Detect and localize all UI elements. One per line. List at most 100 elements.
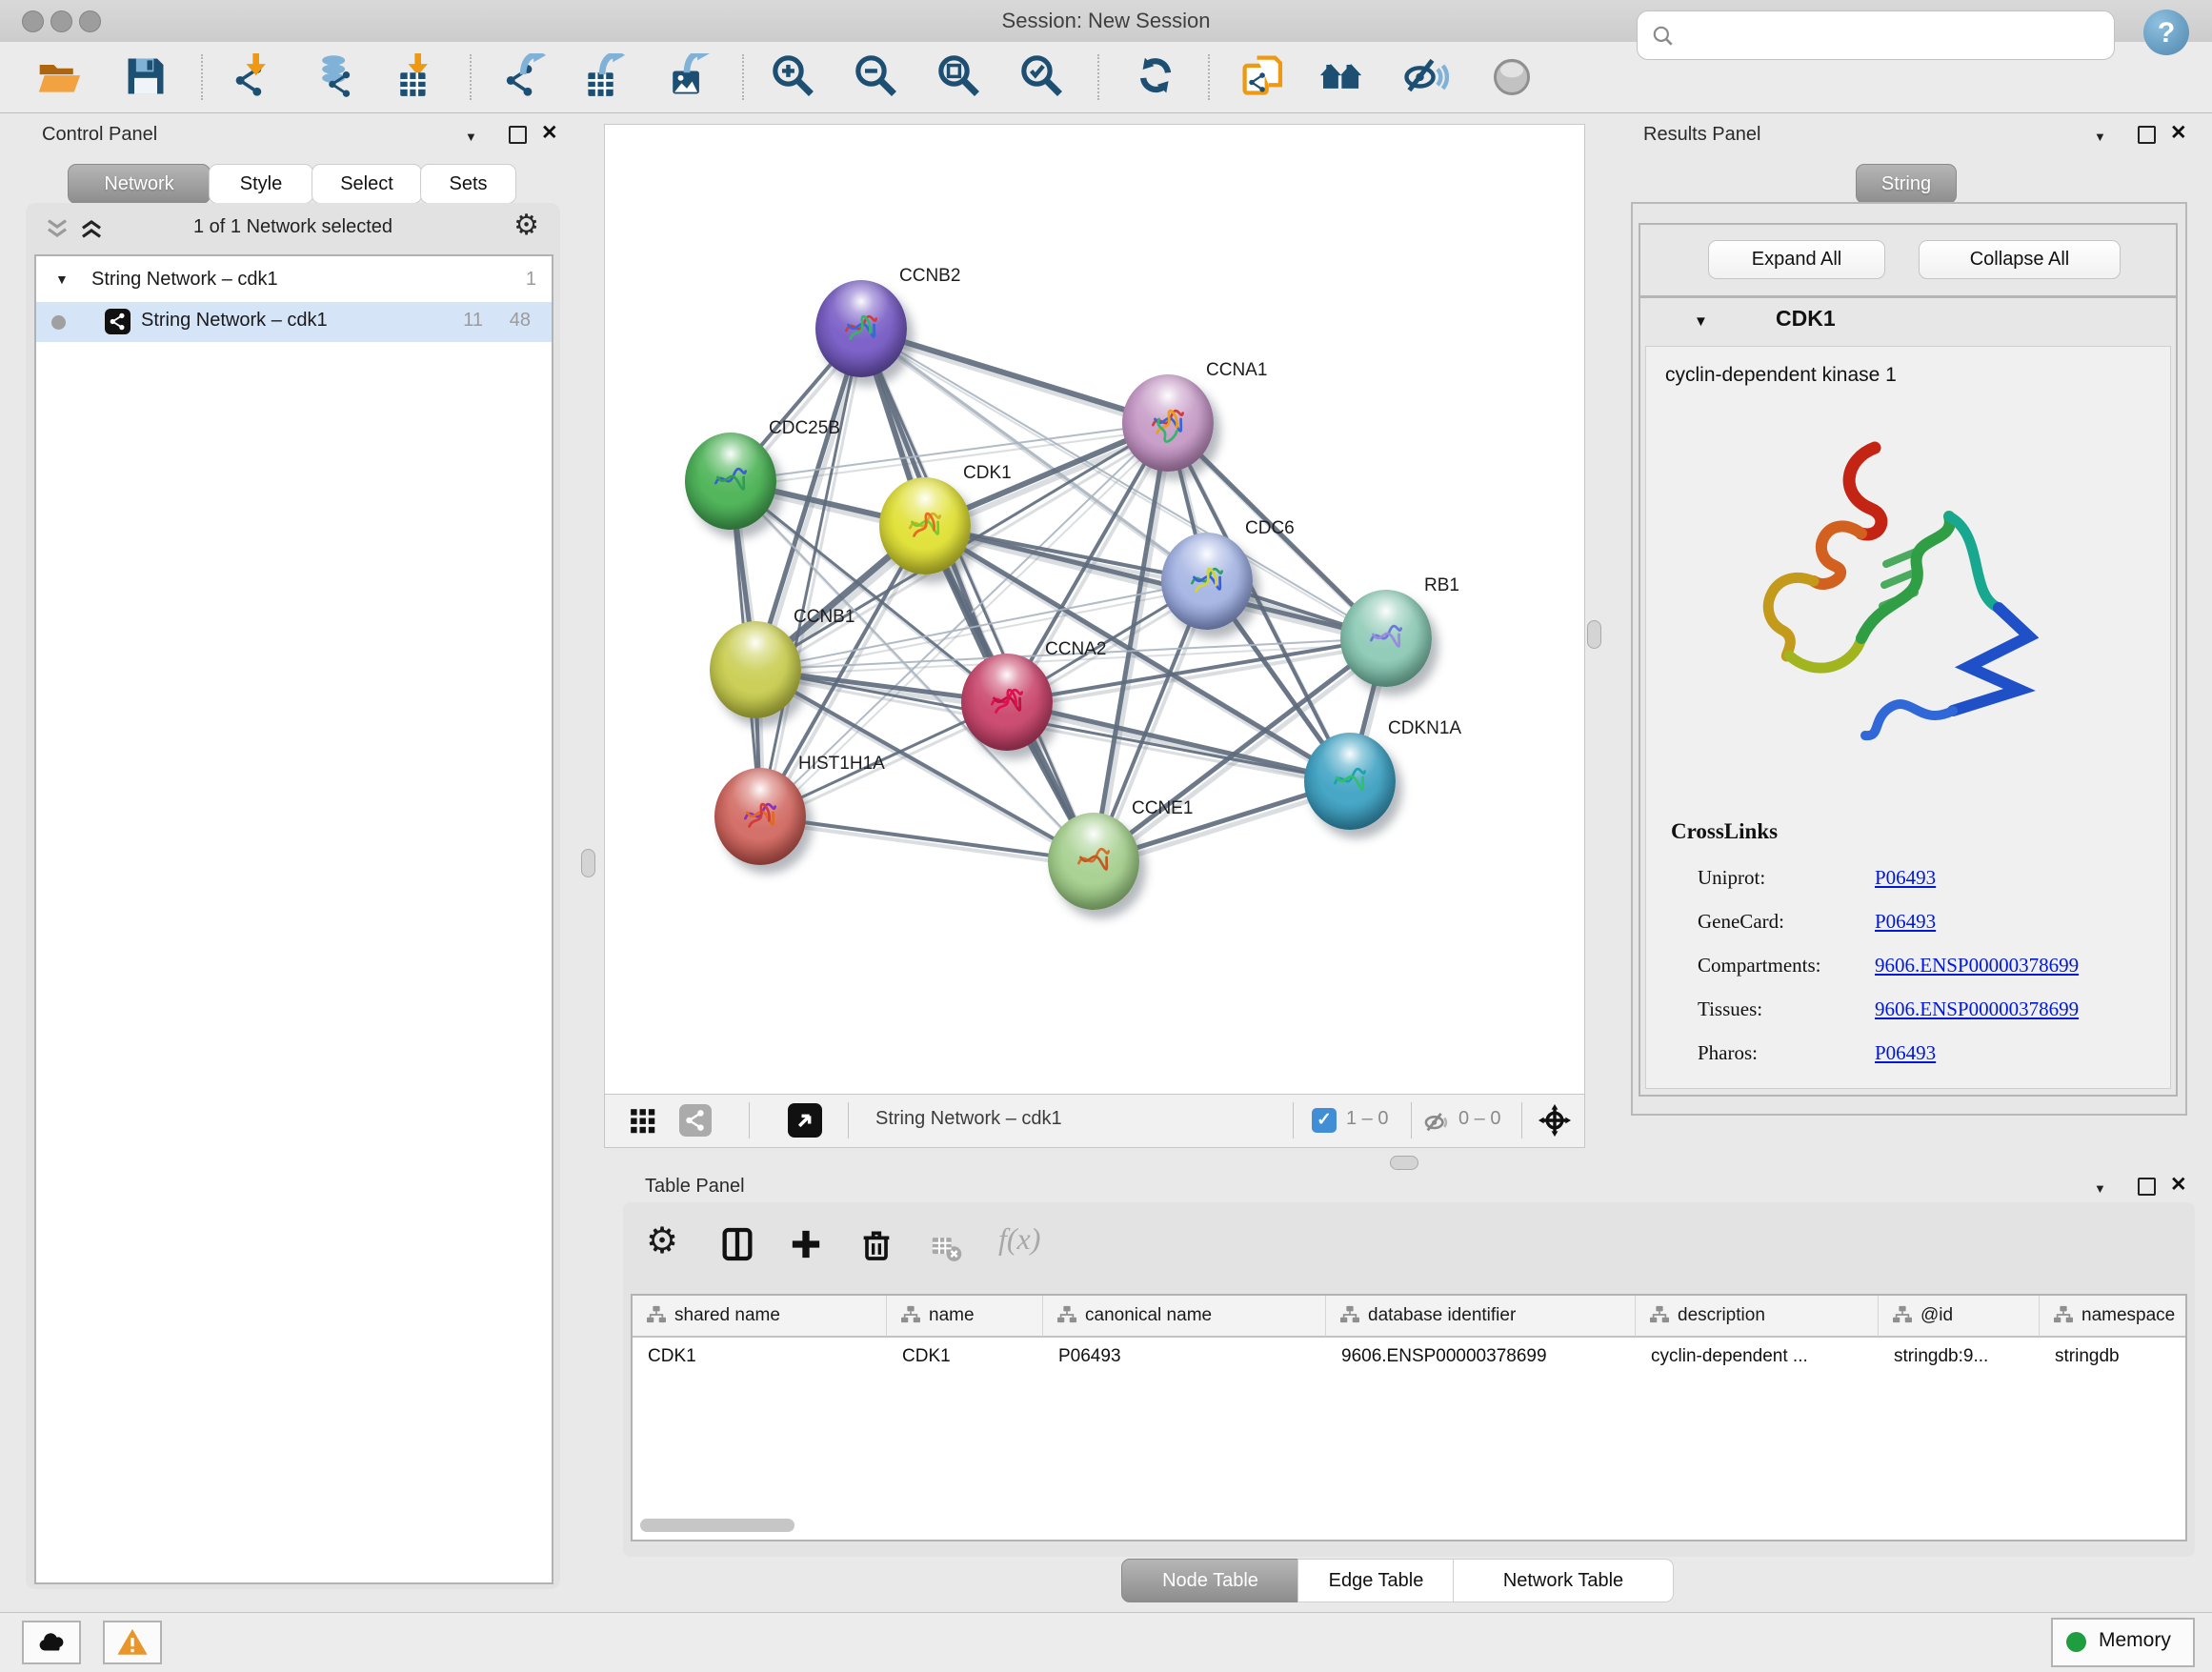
move-tool-icon[interactable]: [1538, 1104, 1571, 1137]
save-session-icon[interactable]: [119, 50, 172, 105]
network-panel-gear-icon[interactable]: ⚙: [513, 209, 539, 242]
bottom-splitter-handle[interactable]: [1390, 1156, 1418, 1170]
table-panel-menu-icon[interactable]: ▼: [2094, 1181, 2106, 1196]
tab-node-table[interactable]: Node Table: [1121, 1559, 1299, 1602]
show-columns-icon[interactable]: [718, 1225, 756, 1263]
table-cell[interactable]: P06493: [1043, 1338, 1326, 1376]
tab-network-table[interactable]: Network Table: [1453, 1559, 1674, 1602]
network-collection-row[interactable]: ▼ String Network – cdk1 1: [36, 264, 552, 300]
right-splitter-handle[interactable]: [1587, 620, 1601, 649]
results-panel-float-icon[interactable]: [2138, 126, 2156, 144]
results-panel-menu-icon[interactable]: ▼: [2094, 130, 2106, 144]
import-table-icon[interactable]: [388, 50, 441, 105]
protein-structure-thumbnail: [838, 305, 884, 351]
table-cell[interactable]: stringdb:9...: [1879, 1338, 2040, 1376]
table-panel-float-icon[interactable]: [2138, 1178, 2156, 1196]
help-button[interactable]: ?: [2143, 10, 2189, 55]
cloud-button[interactable]: [22, 1621, 81, 1664]
search-box[interactable]: [1637, 10, 2115, 60]
table-horizontal-scrollbar[interactable]: [640, 1519, 794, 1532]
network-node-ccnb2[interactable]: [815, 280, 907, 377]
network-node-ccna1[interactable]: [1122, 374, 1214, 472]
crosslink-link[interactable]: 9606.ENSP00000378699: [1875, 997, 2079, 1021]
table-cell[interactable]: cyclin-dependent ...: [1636, 1338, 1879, 1376]
hide-selected-icon[interactable]: [1399, 50, 1453, 105]
results-panel-close-icon[interactable]: ✕: [2170, 124, 2187, 143]
control-panel-close-icon[interactable]: ✕: [541, 124, 558, 143]
control-panel-menu-icon[interactable]: ▼: [465, 130, 477, 144]
tab-network[interactable]: Network: [68, 164, 211, 204]
network-node-cdkn1a[interactable]: [1304, 733, 1396, 830]
add-column-icon[interactable]: [787, 1225, 825, 1263]
tab-sets[interactable]: Sets: [420, 164, 516, 204]
table-cell[interactable]: stringdb: [2040, 1338, 2187, 1376]
network-node-cdk1[interactable]: [879, 477, 971, 574]
network-node-hist1h1a[interactable]: [714, 768, 806, 865]
grid-view-icon[interactable]: [630, 1108, 656, 1135]
zoom-in-icon[interactable]: [767, 50, 820, 105]
table-cell[interactable]: CDK1: [887, 1338, 1043, 1376]
table-row[interactable]: CDK1CDK1P064939606.ENSP00000378699cyclin…: [633, 1338, 2185, 1376]
selected-nodes-checkbox[interactable]: ✓: [1312, 1108, 1337, 1133]
tab-edge-table[interactable]: Edge Table: [1297, 1559, 1455, 1602]
node-label: RB1: [1424, 575, 1459, 596]
column-header-databaseidentifier[interactable]: database identifier: [1326, 1296, 1636, 1338]
zoom-out-icon[interactable]: [850, 50, 903, 105]
network-node-rb1[interactable]: [1340, 590, 1432, 687]
memory-button[interactable]: Memory: [2051, 1618, 2195, 1667]
tab-select[interactable]: Select: [312, 164, 422, 204]
table-cell[interactable]: CDK1: [633, 1338, 887, 1376]
column-header-sharedname[interactable]: shared name: [633, 1296, 887, 1338]
tab-string[interactable]: String: [1856, 164, 1957, 204]
protein-structure-image: [1684, 421, 2039, 756]
column-header-canonicalname[interactable]: canonical name: [1043, 1296, 1326, 1338]
open-file-icon[interactable]: [32, 50, 86, 105]
refresh-icon[interactable]: [1130, 50, 1183, 105]
warning-button[interactable]: [103, 1621, 162, 1664]
tree-expander-icon[interactable]: ▼: [55, 272, 69, 287]
home-icon[interactable]: [1315, 50, 1368, 105]
crosslink-link[interactable]: P06493: [1875, 1041, 1936, 1065]
crosslink-link[interactable]: P06493: [1875, 866, 1936, 890]
network-collection-label: String Network – cdk1: [91, 269, 278, 291]
network-node-ccnb1[interactable]: [710, 621, 801, 718]
network-share-view-icon[interactable]: [679, 1104, 712, 1137]
network-row-selected[interactable]: String Network – cdk1 11 48: [36, 302, 552, 342]
table-header-row: shared namenamecanonical namedatabase id…: [633, 1296, 2185, 1338]
search-input[interactable]: [1683, 17, 2106, 53]
zoom-selected-icon[interactable]: [1016, 50, 1069, 105]
network-type-icon: [105, 309, 131, 334]
expand-all-button[interactable]: Expand All: [1708, 240, 1885, 279]
network-canvas[interactable]: CCNB2CCNA1CDC25BCDK1CDC6RB1CCNB1CCNA2CDK…: [604, 124, 1585, 1095]
delete-column-icon[interactable]: [857, 1225, 895, 1263]
table-panel-close-icon[interactable]: ✕: [2170, 1176, 2187, 1195]
crosslink-link[interactable]: 9606.ENSP00000378699: [1875, 954, 2079, 977]
import-network-database-icon[interactable]: [309, 50, 362, 105]
collapse-all-button[interactable]: Collapse All: [1919, 240, 2121, 279]
cdk1-section-body: cyclin-dependent kinase 1 CrossLinks Uni…: [1645, 346, 2171, 1089]
left-splitter-handle[interactable]: [581, 849, 595, 877]
column-header-id[interactable]: @id: [1879, 1296, 2040, 1338]
table-gear-icon[interactable]: ⚙: [646, 1219, 678, 1262]
control-panel-float-icon[interactable]: [509, 126, 527, 144]
tab-style[interactable]: Style: [209, 164, 313, 204]
table-cell[interactable]: 9606.ENSP00000378699: [1326, 1338, 1636, 1376]
show-all-icon[interactable]: [1485, 50, 1538, 105]
import-network-icon[interactable]: [226, 50, 279, 105]
export-image-icon[interactable]: [660, 50, 714, 105]
column-header-description[interactable]: description: [1636, 1296, 1879, 1338]
crosslink-link[interactable]: P06493: [1875, 910, 1936, 934]
network-node-cdc6[interactable]: [1161, 533, 1253, 630]
network-node-cdc25b[interactable]: [685, 433, 776, 530]
network-node-ccna2[interactable]: [961, 654, 1053, 751]
export-network-icon[interactable]: [498, 50, 552, 105]
column-header-name[interactable]: name: [887, 1296, 1043, 1338]
birds-eye-view-icon[interactable]: [788, 1103, 822, 1138]
network-node-ccne1[interactable]: [1048, 813, 1139, 910]
clone-network-icon[interactable]: [1237, 50, 1290, 105]
export-table-icon[interactable]: [577, 50, 631, 105]
column-header-namespace[interactable]: namespace: [2040, 1296, 2187, 1338]
zoom-fit-icon[interactable]: [933, 50, 986, 105]
crosslink-label: Compartments:: [1698, 954, 1821, 977]
cdk1-expander-icon[interactable]: ▼: [1694, 313, 1708, 330]
